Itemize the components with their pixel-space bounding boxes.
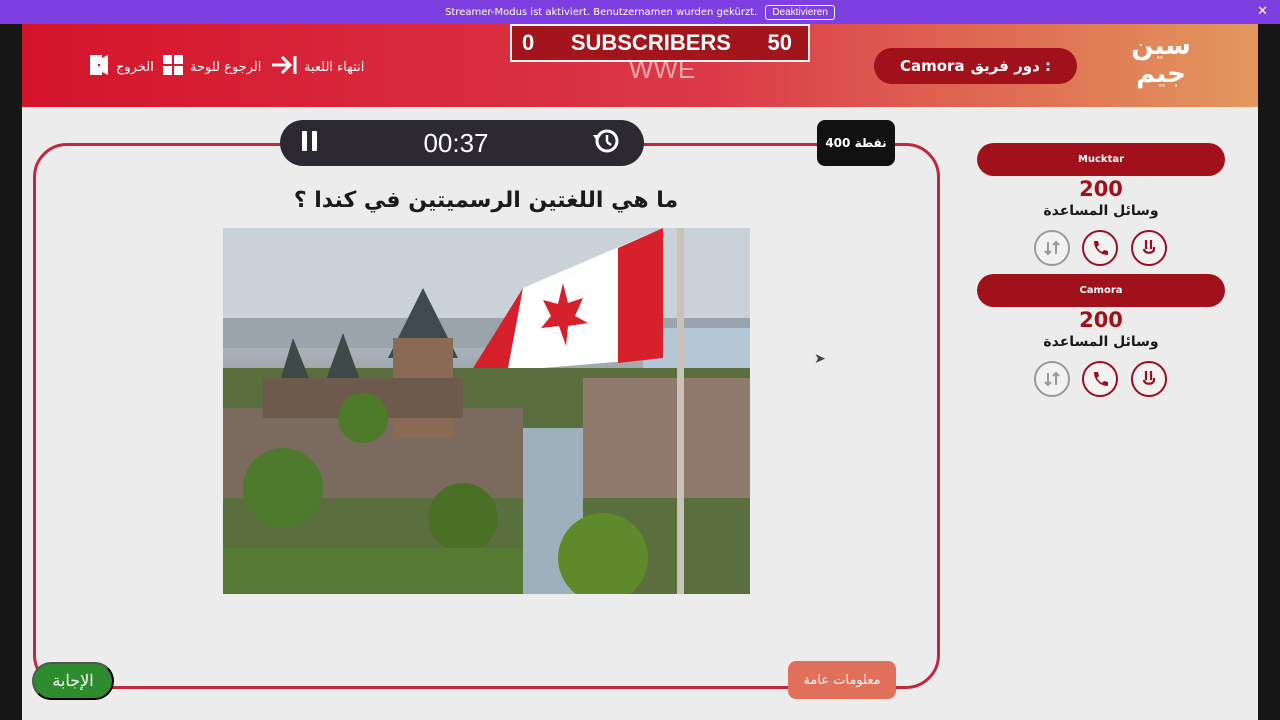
team-1-double-points-helper-icon[interactable]	[1131, 230, 1167, 266]
logo-line-2: جيم	[1136, 59, 1186, 89]
game-app: الخروج الرجوع للوحة انتهاء اللعبة 0 SUBS…	[22, 24, 1258, 720]
subscribers-left-count: 0	[522, 30, 535, 55]
reset-timer-icon[interactable]	[592, 127, 620, 159]
mouse-cursor: ➤	[814, 351, 826, 367]
subscribers-label: SUBSCRIBERS	[570, 30, 731, 55]
back-to-board-button[interactable]: الرجوع للوحة	[162, 54, 261, 80]
turn-team-name: Camora	[899, 57, 965, 75]
exit-label: الخروج	[116, 59, 154, 75]
team-1-call-helper-icon[interactable]	[1082, 230, 1118, 266]
door-exit-icon	[88, 54, 110, 80]
show-answer-button[interactable]: الإجابة	[32, 662, 114, 700]
timer-value: 00:37	[423, 127, 489, 158]
team-2-score: 200	[1079, 308, 1123, 332]
question-image	[223, 228, 750, 594]
question-timer: 00:37	[280, 120, 644, 166]
close-icon[interactable]: ✕	[1257, 4, 1268, 19]
exit-button[interactable]: الخروج	[88, 54, 154, 80]
logo-line-1: سين	[1131, 31, 1191, 61]
current-turn-badge: Camora دور فريق :	[874, 48, 1077, 84]
team-1-name: Mucktar	[977, 143, 1225, 176]
team-2-double-points-helper-icon[interactable]	[1131, 361, 1167, 397]
question-points-badge: 400 نقطة	[817, 120, 895, 166]
seen-jeem-logo: سين جيم	[1122, 32, 1200, 100]
grid-icon	[162, 54, 184, 80]
end-game-label: انتهاء اللعبة	[304, 59, 365, 75]
team-2-name: Camora	[977, 274, 1225, 307]
turn-prefix: دور فريق :	[970, 57, 1051, 75]
subscribers-right-count: 50	[767, 30, 792, 55]
pause-icon[interactable]	[300, 129, 320, 157]
end-game-button[interactable]: انتهاء اللعبة	[270, 54, 364, 80]
team-1-helpers-label: وسائل المساعدة	[1043, 203, 1159, 219]
team-1-score: 200	[1079, 177, 1123, 201]
arrow-end-icon	[270, 54, 298, 80]
deactivate-streamer-mode-button[interactable]: Deaktivieren	[765, 4, 835, 20]
team-2-helpers-label: وسائل المساعدة	[1043, 334, 1159, 350]
back-to-board-label: الرجوع للوحة	[190, 59, 262, 75]
streamer-mode-banner: Streamer-Modus ist aktiviert. Benutzerna…	[0, 0, 1280, 24]
question-text: ما هي اللغتين الرسميتين في كندا ؟	[293, 188, 679, 213]
team-2-call-helper-icon[interactable]	[1082, 361, 1118, 397]
wwe-overlay-text: WWE	[628, 54, 696, 84]
game-header: الخروج الرجوع للوحة انتهاء اللعبة 0 SUBS…	[22, 24, 1258, 107]
team-2-swap-helper-icon[interactable]	[1034, 361, 1070, 397]
category-badge: معلومات عامة	[788, 661, 896, 699]
streamer-mode-message: Streamer-Modus ist aktiviert. Benutzerna…	[445, 6, 758, 18]
team-1-swap-helper-icon[interactable]	[1034, 230, 1070, 266]
